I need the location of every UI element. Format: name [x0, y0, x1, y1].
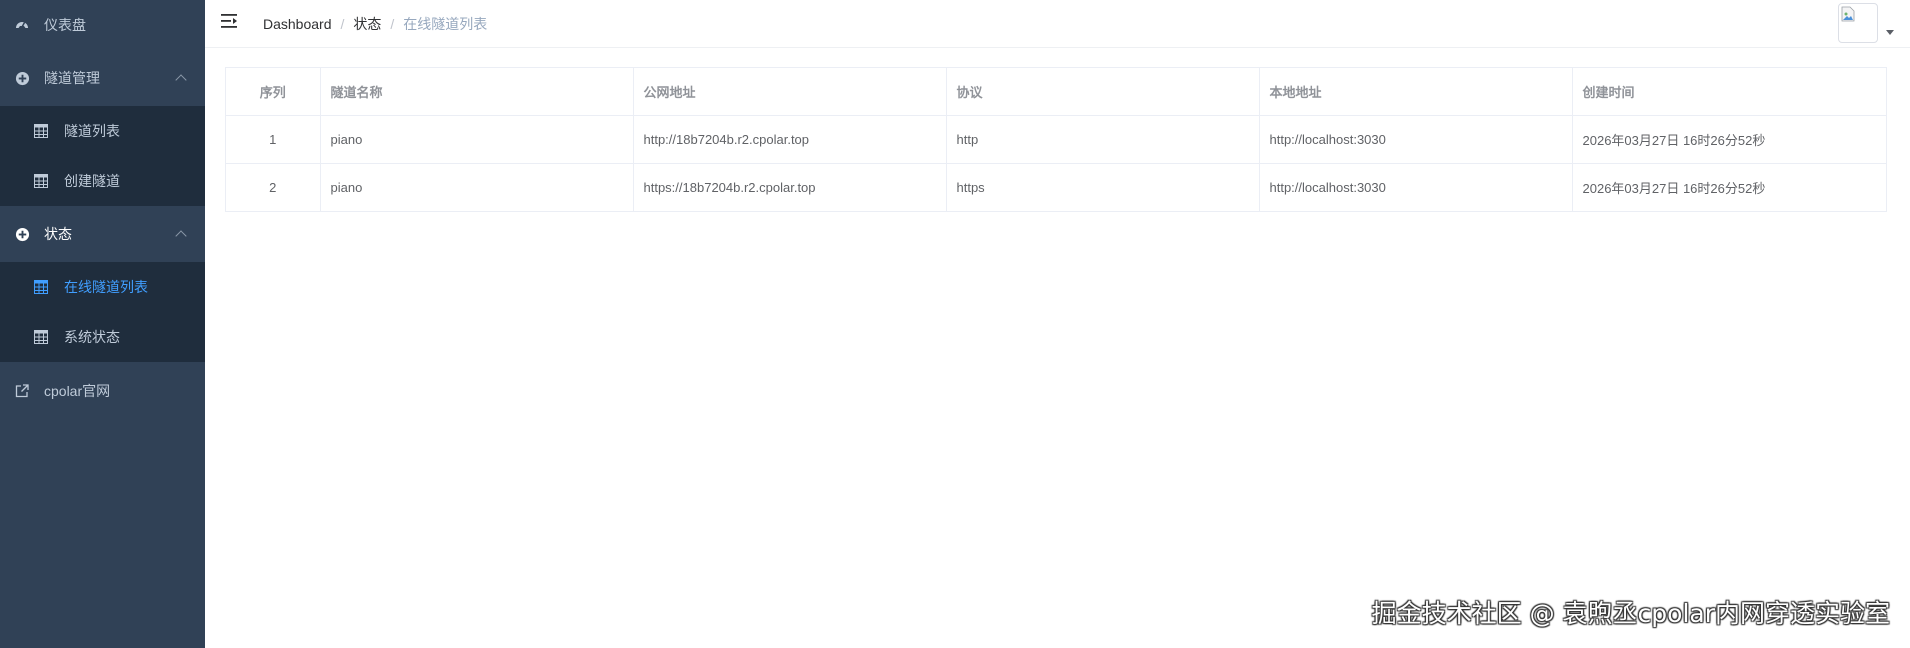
chevron-up-icon [175, 230, 187, 242]
column-header-public-url: 公网地址 [633, 68, 947, 116]
column-header-index: 序列 [226, 68, 321, 116]
caret-down-icon[interactable] [1886, 30, 1894, 35]
dashboard-icon [14, 17, 30, 33]
sidebar-item-tunnel-management[interactable]: 隧道管理 [0, 50, 205, 106]
sidebar-item-cpolar-website[interactable]: cpolar官网 [0, 362, 205, 420]
sidebar-item-label: 隧道列表 [64, 123, 120, 139]
breadcrumb-separator: / [390, 16, 395, 32]
sidebar-item-label: 仪表盘 [44, 17, 86, 33]
breadcrumb-separator: / [340, 16, 345, 32]
table-icon [34, 280, 48, 294]
sidebar-item-label: 创建隧道 [64, 173, 120, 189]
cell-public-url: https://18b7204b.r2.cpolar.top [633, 163, 947, 211]
cell-local-address: http://localhost:3030 [1259, 163, 1573, 211]
cell-public-url: http://18b7204b.r2.cpolar.top [633, 115, 947, 164]
submenu-tunnel-management: 隧道列表 创建隧道 [0, 106, 205, 206]
cell-tunnel-name: piano [320, 163, 634, 211]
sidebar-item-system-status[interactable]: 系统状态 [0, 312, 205, 362]
table-row: 1 piano http://18b7204b.r2.cpolar.top ht… [226, 115, 1886, 164]
sidebar-item-dashboard[interactable]: 仪表盘 [0, 0, 205, 50]
sidebar-item-status[interactable]: 状态 [0, 206, 205, 262]
table-icon [34, 330, 48, 344]
cell-created-time: 2026年03月27日 16时26分52秒 [1572, 115, 1886, 164]
avatar[interactable] [1838, 3, 1878, 43]
sidebar-item-label: 状态 [44, 226, 72, 242]
table-header-row: 序列 隧道名称 公网地址 协议 本地地址 创建时间 [226, 68, 1886, 116]
sidebar: 仪表盘 隧道管理 隧道列表 创建隧道 状态 在线隧道列表 系统状态 cpolar… [0, 0, 205, 648]
cell-index: 2 [226, 163, 321, 211]
chevron-up-icon [175, 74, 187, 86]
breadcrumb-item-current: 在线隧道列表 [403, 16, 488, 32]
column-header-protocol: 协议 [946, 68, 1260, 116]
cell-index: 1 [226, 115, 321, 164]
breadcrumb-item-status[interactable]: 状态 [353, 14, 381, 34]
online-tunnels-table: 序列 隧道名称 公网地址 协议 本地地址 创建时间 1 piano http:/… [225, 67, 1887, 212]
table-icon [34, 124, 48, 138]
sidebar-item-tunnel-list[interactable]: 隧道列表 [0, 106, 205, 156]
breadcrumb: Dashboard / 状态 / 在线隧道列表 [263, 14, 487, 34]
menu-toggle-icon[interactable] [221, 13, 239, 29]
column-header-tunnel-name: 隧道名称 [320, 68, 634, 116]
table-icon [34, 174, 48, 188]
sidebar-item-label: 系统状态 [64, 329, 120, 345]
external-link-icon [14, 383, 30, 399]
column-header-local-address: 本地地址 [1259, 68, 1573, 116]
navbar: Dashboard / 状态 / 在线隧道列表 [205, 0, 1910, 48]
cell-tunnel-name: piano [320, 115, 634, 164]
cell-protocol: http [946, 115, 1260, 164]
submenu-status: 在线隧道列表 系统状态 [0, 262, 205, 362]
sidebar-item-label: 在线隧道列表 [64, 279, 148, 295]
sidebar-item-create-tunnel[interactable]: 创建隧道 [0, 156, 205, 206]
watermark: 掘金技术社区 @ 袁煦丞cpolar内网穿透实验室 [1371, 599, 1890, 628]
plus-circle-icon [14, 70, 30, 86]
plus-circle-icon [14, 226, 30, 242]
breadcrumb-item-dashboard[interactable]: Dashboard [263, 16, 332, 32]
table-row: 2 piano https://18b7204b.r2.cpolar.top h… [226, 163, 1886, 211]
sidebar-item-label: 隧道管理 [44, 70, 100, 86]
sidebar-item-online-tunnels[interactable]: 在线隧道列表 [0, 262, 205, 312]
cell-created-time: 2026年03月27日 16时26分52秒 [1582, 180, 1766, 196]
cell-protocol: https [946, 163, 1260, 211]
cell-local-address: http://localhost:3030 [1259, 115, 1573, 164]
column-header-created-time: 创建时间 [1572, 68, 1886, 116]
sidebar-item-label: cpolar官网 [44, 383, 111, 399]
